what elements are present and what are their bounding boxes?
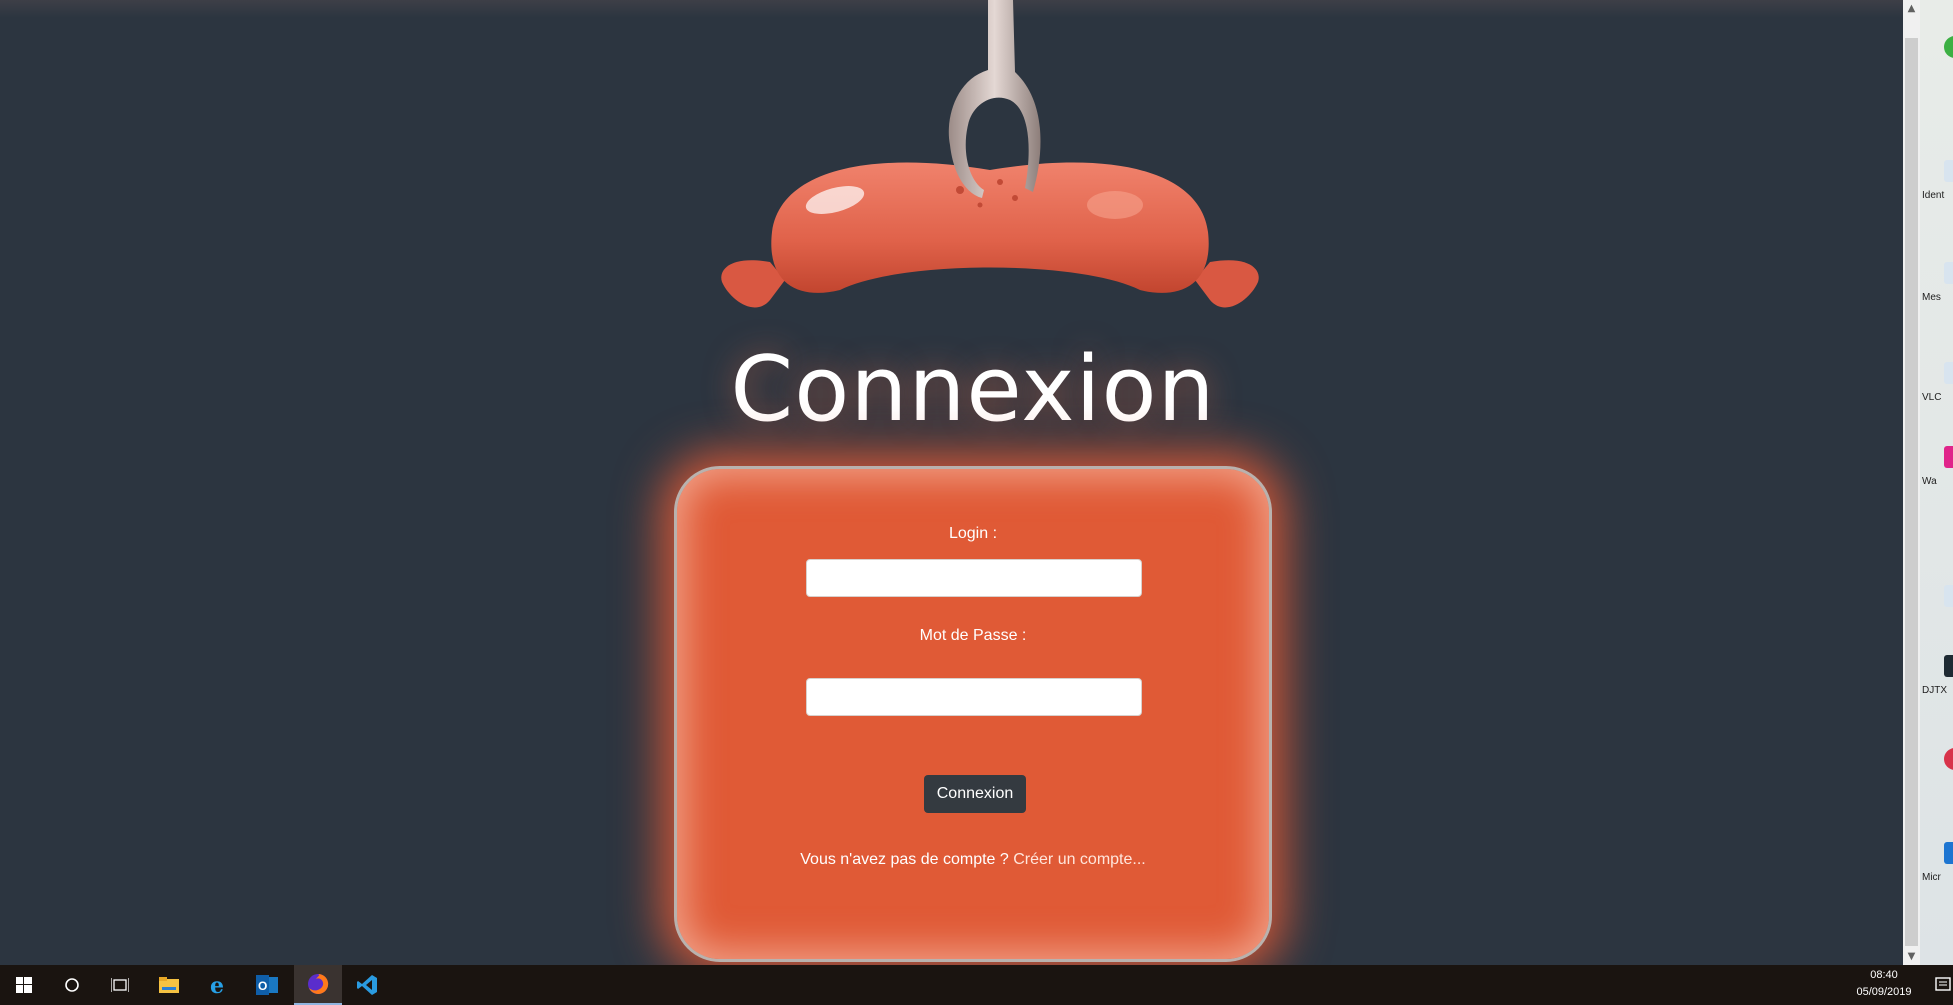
scroll-down-icon[interactable]: ▼ xyxy=(1903,948,1920,965)
signup-line: Vous n'avez pas de compte ? Créer un com… xyxy=(677,851,1269,869)
page-title: Connexion xyxy=(730,337,1216,442)
file-explorer-icon[interactable] xyxy=(145,965,193,1005)
shortcut-icon xyxy=(1944,362,1953,384)
shortcut-icon xyxy=(1944,585,1953,607)
browser-viewport: Connexion Login : Mot de Passe : Connexi… xyxy=(0,0,1903,965)
login-label: Login : xyxy=(948,525,998,542)
windows-taskbar: e O 08:40 05/09/2019 xyxy=(0,965,1953,1005)
signup-prompt: Vous n'avez pas de compte ? xyxy=(800,851,1009,868)
clock-time: 08:40 xyxy=(1870,969,1898,981)
shortcut-icon xyxy=(1944,160,1953,182)
create-account-link[interactable]: Créer un compte... xyxy=(1013,851,1146,868)
clock-date: 05/09/2019 xyxy=(1856,986,1912,998)
desktop-background: Ident Mes VLC Wa DJTX Micr xyxy=(1920,0,1953,965)
connexion-button[interactable]: Connexion xyxy=(924,775,1026,813)
sausage-logo xyxy=(721,0,1259,308)
outlook-icon[interactable]: O xyxy=(243,965,291,1005)
cortana-search-icon[interactable] xyxy=(48,965,96,1005)
shortcut-icon xyxy=(1944,262,1953,284)
svg-text:e: e xyxy=(210,974,224,996)
vertical-scrollbar[interactable]: ▲ ▼ xyxy=(1903,0,1920,965)
internet-explorer-icon[interactable]: e xyxy=(194,965,242,1005)
scroll-thumb[interactable] xyxy=(1905,38,1918,946)
password-label: Mot de Passe : xyxy=(919,627,1027,644)
app-icon-pink xyxy=(1944,446,1953,468)
firefox-icon[interactable] xyxy=(294,965,342,1005)
login-input[interactable] xyxy=(806,559,1142,597)
scroll-up-icon[interactable]: ▲ xyxy=(1903,0,1920,17)
task-view-icon[interactable] xyxy=(96,965,144,1005)
app-icon-red xyxy=(1944,748,1953,770)
notification-center-icon[interactable] xyxy=(1933,975,1953,995)
svg-text:O: O xyxy=(258,979,267,993)
login-card: Login : Mot de Passe : Connexion Vous n'… xyxy=(674,466,1272,962)
app-icon-dark xyxy=(1944,655,1953,677)
password-input[interactable] xyxy=(806,678,1142,716)
windows-start-icon[interactable] xyxy=(0,965,48,1005)
vscode-icon[interactable] xyxy=(343,965,391,1005)
app-icon-blue xyxy=(1944,842,1953,864)
system-clock[interactable]: 08:40 05/09/2019 xyxy=(1845,967,1923,1001)
app-icon-green xyxy=(1944,36,1953,58)
